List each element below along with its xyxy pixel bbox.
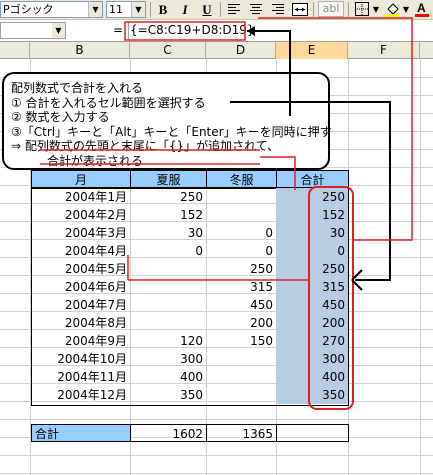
red-connector-result: [260, 156, 296, 190]
formula-highlight: [124, 21, 246, 41]
red-connector-formula: [258, 17, 413, 241]
arrow-to-range: [230, 101, 391, 281]
annotation-overlay: [40, 17, 413, 291]
arrow-head-icon: [247, 26, 255, 36]
arrow-to-formula: [247, 30, 291, 116]
